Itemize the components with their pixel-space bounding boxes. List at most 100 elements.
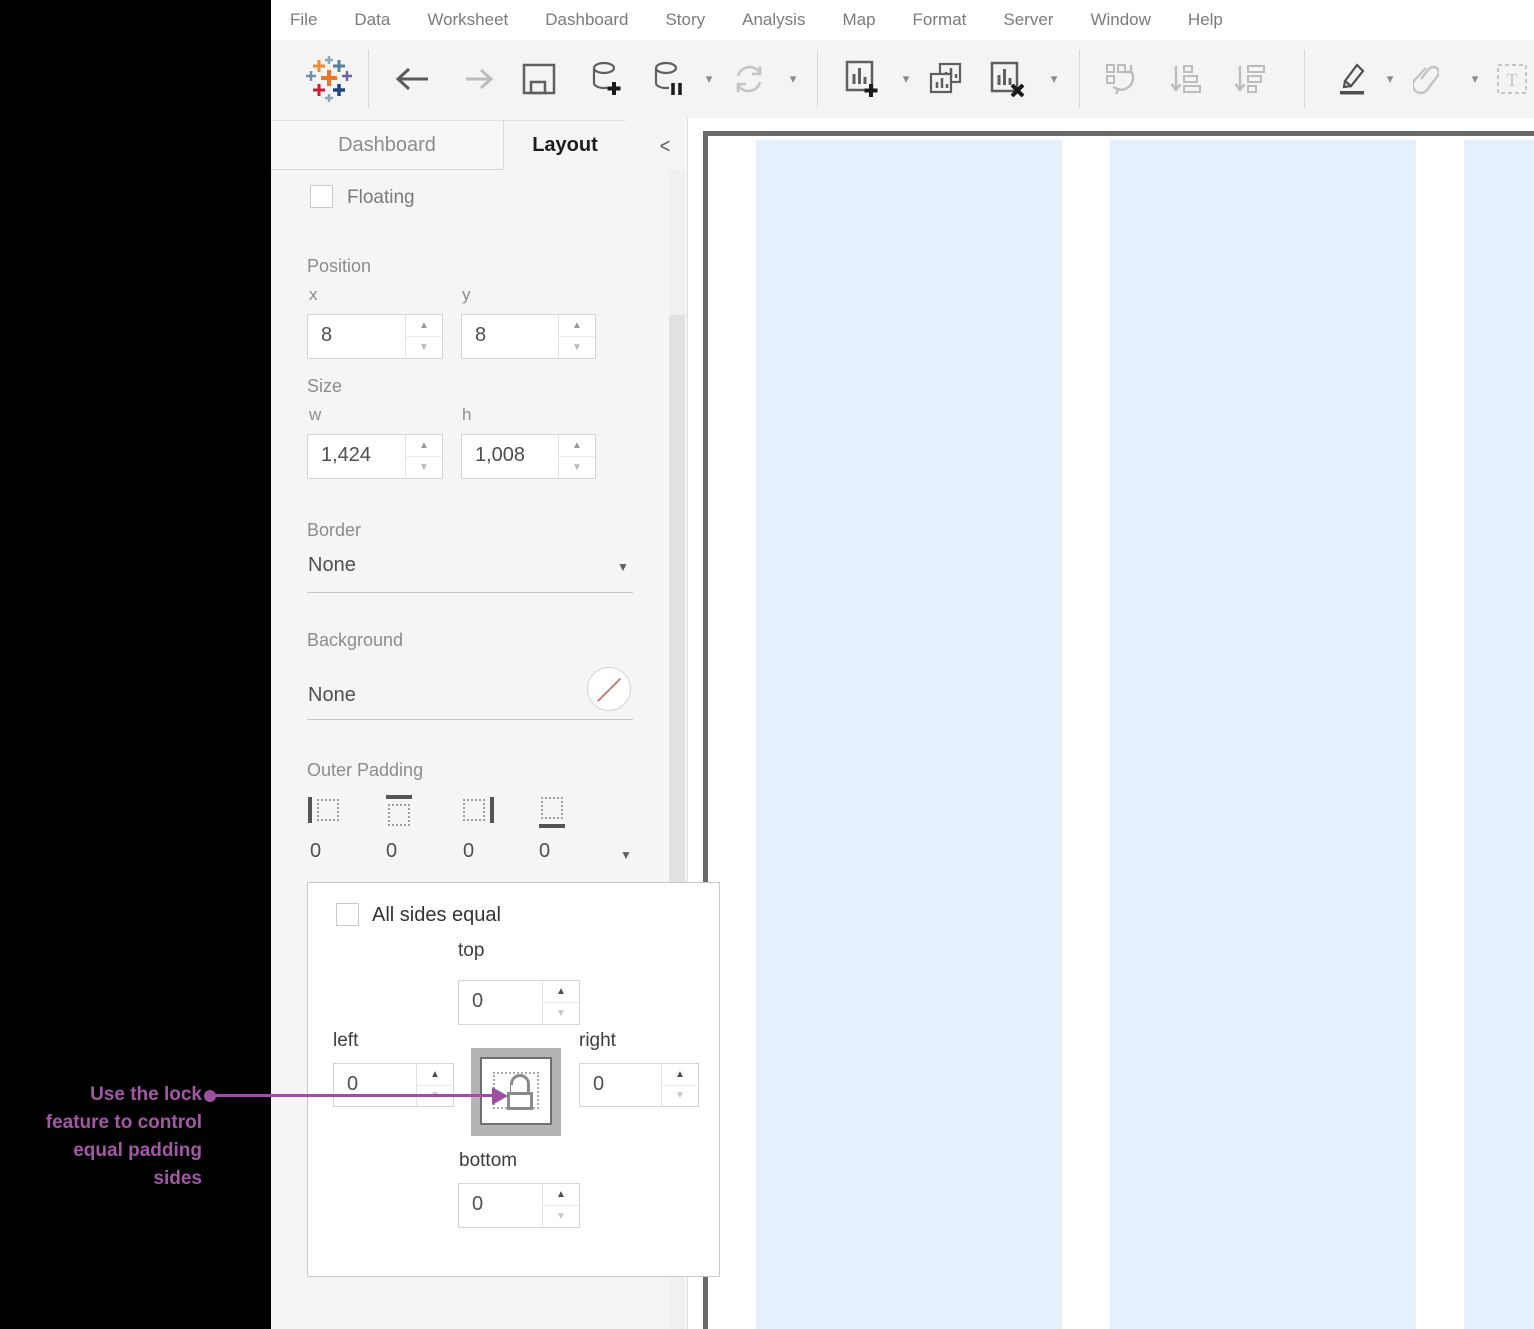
- svg-text:T: T: [1507, 70, 1518, 90]
- canvas-border-top: [703, 131, 1534, 136]
- redo-icon[interactable]: [465, 64, 495, 94]
- menu-bar: File Data Worksheet Dashboard Story Anal…: [271, 0, 1534, 40]
- decrement-icon[interactable]: ▼: [406, 457, 442, 478]
- background-section-label: Background: [307, 630, 403, 651]
- tab-dashboard[interactable]: Dashboard: [271, 120, 504, 170]
- canvas-column-highlight: [756, 140, 1062, 1329]
- right-padding-value[interactable]: 0: [580, 1064, 661, 1106]
- padding-lock-button[interactable]: [480, 1057, 552, 1125]
- border-dropdown-caret-icon[interactable]: ▼: [617, 560, 629, 574]
- annotation-line: sides: [8, 1165, 202, 1193]
- background-none-swatch-icon[interactable]: [587, 667, 631, 711]
- menu-format[interactable]: Format: [913, 10, 967, 30]
- border-section-label: Border: [307, 520, 361, 541]
- pause-data-caret-icon[interactable]: ▾: [703, 71, 715, 87]
- highlight-caret-icon[interactable]: ▾: [1384, 71, 1396, 87]
- annotation-arrow-line: [214, 1094, 494, 1097]
- toolbar-separator: [1304, 50, 1305, 108]
- all-sides-equal-label: All sides equal: [372, 904, 501, 927]
- decrement-icon[interactable]: ▼: [662, 1086, 698, 1107]
- decrement-icon[interactable]: ▼: [559, 457, 595, 478]
- outer-padding-popup: All sides equal top 0 ▲▼ left 0 ▲▼ right…: [307, 882, 720, 1277]
- height-value[interactable]: 1,008: [462, 435, 558, 478]
- tableau-desktop-window: File Data Worksheet Dashboard Story Anal…: [0, 0, 1534, 1329]
- padding-top-value: 0: [386, 840, 397, 863]
- menu-server[interactable]: Server: [1003, 10, 1053, 30]
- width-spinner[interactable]: 1,424 ▲▼: [307, 434, 443, 479]
- clear-sheet-caret-icon[interactable]: ▾: [1048, 71, 1060, 87]
- menu-help[interactable]: Help: [1188, 10, 1223, 30]
- collapse-pane-icon[interactable]: <: [660, 135, 670, 159]
- paperclip-icon[interactable]: [1413, 62, 1439, 96]
- increment-icon[interactable]: ▲: [406, 315, 442, 337]
- y-position-value[interactable]: 8: [462, 315, 558, 358]
- left-padding-spinner[interactable]: 0 ▲▼: [333, 1063, 454, 1107]
- floating-checkbox[interactable]: [310, 185, 333, 208]
- menu-story[interactable]: Story: [665, 10, 705, 30]
- padding-bottom-icon: [537, 795, 569, 829]
- left-label: left: [333, 1030, 358, 1052]
- tab-dashboard-label: Dashboard: [338, 134, 436, 157]
- padding-bottom-value: 0: [539, 840, 550, 863]
- outer-padding-caret-icon[interactable]: ▼: [620, 848, 632, 862]
- undo-icon[interactable]: [393, 64, 431, 94]
- top-padding-spinner[interactable]: 0 ▲▼: [458, 980, 580, 1025]
- annotation-arrowhead-icon: [492, 1087, 508, 1105]
- pause-data-updates-icon[interactable]: [653, 60, 683, 98]
- annotation-line: feature to control: [8, 1109, 202, 1137]
- sort-descending-icon[interactable]: [1233, 63, 1265, 95]
- show-captions-icon[interactable]: T: [1496, 63, 1528, 95]
- menu-map[interactable]: Map: [842, 10, 875, 30]
- refresh-data-source-icon[interactable]: [733, 63, 765, 95]
- w-label: w: [309, 405, 321, 425]
- save-icon[interactable]: [522, 63, 556, 95]
- increment-icon[interactable]: ▲: [406, 435, 442, 457]
- menu-analysis[interactable]: Analysis: [742, 10, 805, 30]
- clear-sheet-icon[interactable]: [990, 61, 1026, 97]
- decrement-icon[interactable]: ▼: [543, 1003, 579, 1024]
- new-worksheet-caret-icon[interactable]: ▾: [900, 71, 912, 87]
- decrement-icon[interactable]: ▼: [559, 337, 595, 358]
- height-spinner[interactable]: 1,008 ▲▼: [461, 434, 596, 479]
- lock-highlight: [471, 1048, 561, 1136]
- all-sides-equal-checkbox[interactable]: [336, 903, 359, 926]
- x-position-spinner[interactable]: 8 ▲▼: [307, 314, 443, 359]
- decrement-icon[interactable]: ▼: [406, 337, 442, 358]
- bottom-padding-spinner[interactable]: 0 ▲▼: [458, 1183, 580, 1228]
- duplicate-sheet-icon[interactable]: [928, 62, 964, 96]
- highlight-icon[interactable]: [1335, 62, 1367, 96]
- increment-icon[interactable]: ▲: [417, 1064, 453, 1086]
- increment-icon[interactable]: ▲: [543, 981, 579, 1003]
- increment-icon[interactable]: ▲: [543, 1184, 579, 1206]
- y-position-spinner[interactable]: 8 ▲▼: [461, 314, 596, 359]
- x-position-value[interactable]: 8: [308, 315, 405, 358]
- sort-ascending-icon[interactable]: [1169, 63, 1201, 95]
- right-padding-spinner[interactable]: 0 ▲▼: [579, 1063, 699, 1107]
- padding-top-icon: [384, 795, 416, 829]
- bottom-padding-value[interactable]: 0: [459, 1184, 542, 1227]
- floating-label: Floating: [347, 187, 415, 209]
- border-dropdown-value[interactable]: None: [308, 554, 356, 577]
- h-label: h: [462, 405, 471, 425]
- decrement-icon[interactable]: ▼: [543, 1206, 579, 1227]
- pane-scrollbar-thumb[interactable]: [669, 315, 685, 938]
- menu-worksheet[interactable]: Worksheet: [427, 10, 508, 30]
- increment-icon[interactable]: ▲: [559, 315, 595, 337]
- width-value[interactable]: 1,424: [308, 435, 405, 478]
- refresh-caret-icon[interactable]: ▾: [787, 71, 799, 87]
- tab-layout[interactable]: Layout: [504, 120, 626, 170]
- increment-icon[interactable]: ▲: [662, 1064, 698, 1086]
- menu-data[interactable]: Data: [354, 10, 390, 30]
- menu-window[interactable]: Window: [1090, 10, 1150, 30]
- canvas-column-highlight: [1110, 140, 1416, 1329]
- menu-dashboard[interactable]: Dashboard: [545, 10, 628, 30]
- new-worksheet-icon[interactable]: [845, 60, 879, 98]
- increment-icon[interactable]: ▲: [559, 435, 595, 457]
- menu-file[interactable]: File: [290, 10, 317, 30]
- background-value[interactable]: None: [308, 684, 356, 707]
- swap-rows-columns-icon[interactable]: [1105, 63, 1137, 95]
- left-padding-value[interactable]: 0: [334, 1064, 416, 1106]
- top-padding-value[interactable]: 0: [459, 981, 542, 1024]
- paperclip-caret-icon[interactable]: ▾: [1469, 71, 1481, 87]
- add-data-source-icon[interactable]: [590, 60, 622, 98]
